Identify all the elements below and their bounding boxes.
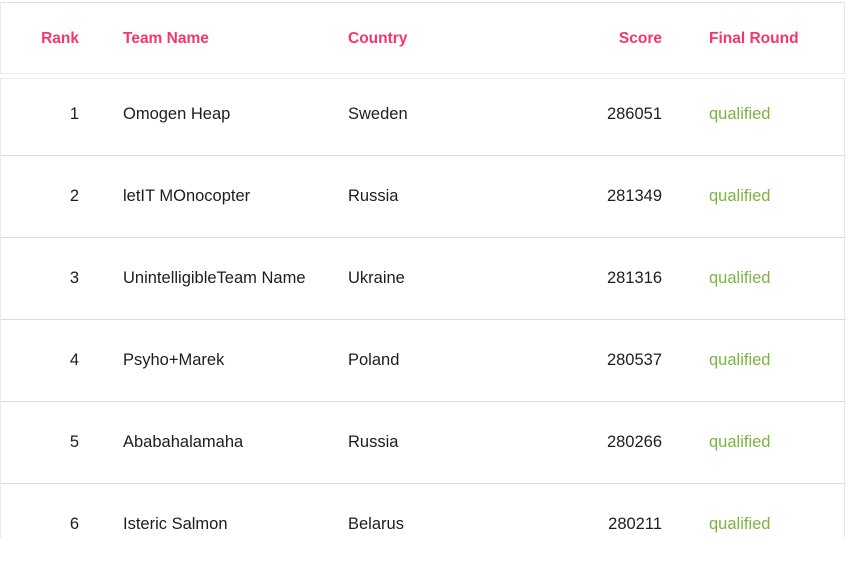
status-badge: qualified <box>709 105 771 123</box>
cell-country-value: Belarus <box>348 515 404 533</box>
cell-team-value: Ababahalamaha <box>123 433 244 451</box>
cell-country: Sweden <box>325 74 550 155</box>
cell-team: Psyho+Marek <box>100 319 325 401</box>
cell-team: Isteric Salmon <box>100 483 325 565</box>
cell-rank: 4 <box>0 319 100 401</box>
cell-team-value: Psyho+Marek <box>123 351 225 369</box>
cell-score: 280211 <box>550 483 665 565</box>
table-row[interactable]: 3 UnintelligibleTeam Name Ukraine 281316 qua… <box>0 237 846 319</box>
cell-rank: 1 <box>0 74 100 155</box>
leaderboard-page: Rank Team Name Country Score Final Round… <box>0 0 853 565</box>
cell-score: 280266 <box>550 401 665 483</box>
cell-country: Belarus <box>325 483 550 565</box>
cell-team-value: letIT MOnocopter <box>123 187 251 205</box>
cell-country-value: Ukraine <box>348 269 405 287</box>
cell-rank-value: 2 <box>69 187 79 205</box>
table-row[interactable]: 4 Psyho+Marek Poland 280537 qualified <box>0 319 846 401</box>
column-header-score-label: Score <box>618 29 662 47</box>
column-header-country[interactable]: Country <box>325 2 550 74</box>
status-badge: qualified <box>709 351 771 369</box>
table-header: Rank Team Name Country Score Final Round <box>0 2 846 74</box>
table-row[interactable]: 2 letIT MOnocopter Russia 281349 qualified <box>0 155 846 237</box>
status-badge: qualified <box>709 269 771 287</box>
cell-country: Poland <box>325 319 550 401</box>
column-header-country-label: Country <box>348 29 408 47</box>
cell-rank: 3 <box>0 237 100 319</box>
cell-team: UnintelligibleTeam Name <box>100 237 325 319</box>
leaderboard-table: Rank Team Name Country Score Final Round… <box>0 2 846 565</box>
table-row[interactable]: 5 Ababahalamaha Russia 280266 qualified <box>0 401 846 483</box>
cell-team: Omogen Heap <box>100 74 325 155</box>
cell-score: 280537 <box>550 319 665 401</box>
cell-rank-value: 6 <box>69 515 79 533</box>
status-badge: qualified <box>709 433 771 451</box>
cell-score-value: 286051 <box>606 105 662 123</box>
status-badge: qualified <box>709 515 771 533</box>
cell-rank: 5 <box>0 401 100 483</box>
cell-team: Ababahalamaha <box>100 401 325 483</box>
cell-team-value: Omogen Heap <box>123 105 231 123</box>
cell-rank-value: 5 <box>69 433 79 451</box>
cell-country-value: Russia <box>348 433 399 451</box>
cell-country-value: Sweden <box>348 105 408 123</box>
cell-score-value: 280537 <box>606 351 662 369</box>
cell-final: qualified <box>665 319 846 401</box>
cell-rank-value: 4 <box>69 351 79 369</box>
cell-country: Russia <box>325 155 550 237</box>
column-header-team-name-label: Team Name <box>123 29 209 47</box>
cell-country: Ukraine <box>325 237 550 319</box>
column-header-final-round-label: Final Round <box>709 29 799 47</box>
cell-final: qualified <box>665 401 846 483</box>
cell-score: 281316 <box>550 237 665 319</box>
cell-score-value: 280211 <box>608 515 662 533</box>
status-badge: qualified <box>709 187 771 205</box>
cell-country: Russia <box>325 401 550 483</box>
cell-score-value: 281316 <box>606 269 662 287</box>
cell-rank-value: 3 <box>69 269 79 287</box>
cell-score-value: 280266 <box>606 433 662 451</box>
table-row[interactable]: 6 Isteric Salmon Belarus 280211 qualified <box>0 483 846 565</box>
cell-team: letIT MOnocopter <box>100 155 325 237</box>
column-header-score[interactable]: Score <box>550 2 665 74</box>
column-header-rank[interactable]: Rank <box>0 2 100 74</box>
column-header-final-round[interactable]: Final Round <box>665 2 846 74</box>
table-body: 1 Omogen Heap Sweden 286051 qualified 2 letIT … <box>0 74 846 565</box>
cell-team-value: Isteric Salmon <box>123 515 228 533</box>
cell-rank: 6 <box>0 483 100 565</box>
cell-score: 286051 <box>550 74 665 155</box>
column-header-team-name[interactable]: Team Name <box>100 2 325 74</box>
cell-final: qualified <box>665 483 846 565</box>
cell-rank: 2 <box>0 155 100 237</box>
cell-country-value: Poland <box>348 351 400 369</box>
cell-score-value: 281349 <box>606 187 662 205</box>
table-header-row: Rank Team Name Country Score Final Round <box>0 2 846 74</box>
cell-final: qualified <box>665 237 846 319</box>
cell-rank-value: 1 <box>69 105 79 123</box>
table-row[interactable]: 1 Omogen Heap Sweden 286051 qualified <box>0 74 846 155</box>
cell-final: qualified <box>665 155 846 237</box>
cell-score: 281349 <box>550 155 665 237</box>
cell-country-value: Russia <box>348 187 399 205</box>
column-header-rank-label: Rank <box>41 29 79 47</box>
header-separator <box>0 73 846 74</box>
cell-final: qualified <box>665 74 846 155</box>
cell-team-value: UnintelligibleTeam Name <box>123 269 306 287</box>
